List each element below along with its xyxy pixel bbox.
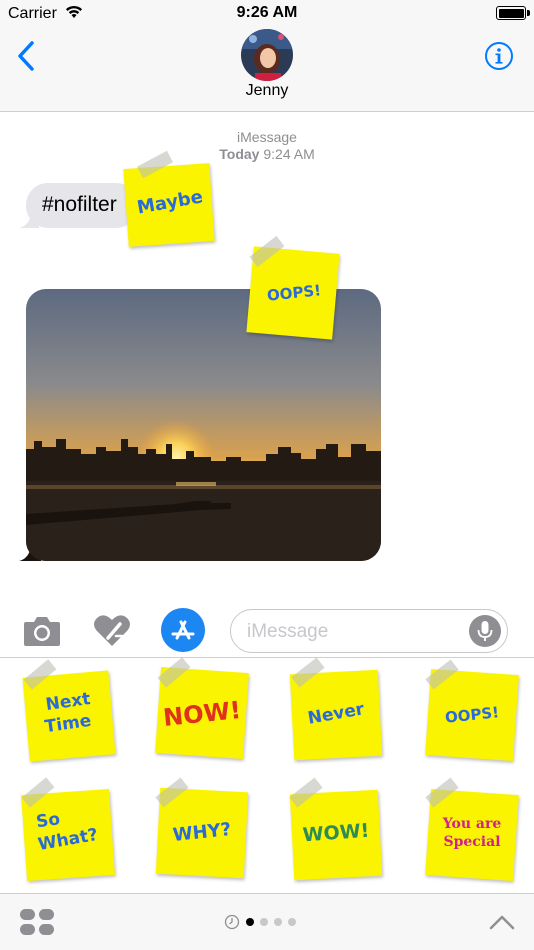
- date-label: Today: [219, 146, 260, 162]
- sticker-drawer: Next Time NOW! Never OOPS! So What? WHY?…: [0, 657, 534, 893]
- sticker-next-time[interactable]: Next Time: [18, 659, 118, 762]
- page-dot[interactable]: [274, 918, 282, 926]
- sticker-never[interactable]: Never: [286, 657, 386, 761]
- sticker-wow[interactable]: WOW!: [286, 777, 386, 881]
- clock: 9:26 AM: [236, 4, 298, 21]
- microphone-icon[interactable]: [469, 615, 501, 647]
- sticker-oops-on-photo[interactable]: OOPS!: [244, 235, 344, 342]
- sticker-so-what[interactable]: So What?: [18, 777, 118, 881]
- battery-icon: [496, 6, 530, 20]
- sticker-maybe[interactable]: Maybe: [120, 150, 220, 247]
- camera-icon[interactable]: [22, 612, 62, 648]
- app-store-icon[interactable]: [161, 608, 205, 652]
- status-bar: Carrier 9:26 AM: [0, 0, 534, 28]
- digital-touch-heart-icon[interactable]: [92, 612, 132, 648]
- contact-name[interactable]: Jenny: [0, 82, 534, 100]
- message-input[interactable]: iMessage: [230, 609, 508, 653]
- app-drawer-icon[interactable]: [20, 909, 54, 935]
- page-dot[interactable]: [260, 918, 268, 926]
- timestamp: Today 9:24 AM: [0, 146, 534, 162]
- bubble-tail: [19, 212, 39, 228]
- sticker-text-line1: You are: [442, 816, 502, 832]
- recents-clock-icon[interactable]: [224, 914, 240, 930]
- message-placeholder: iMessage: [247, 621, 329, 642]
- app-drawer-bar: [0, 893, 534, 950]
- sticker-you-are-special[interactable]: You are Special: [422, 777, 522, 881]
- back-chevron-icon[interactable]: [14, 40, 38, 72]
- time-label: 9:24 AM: [263, 146, 315, 162]
- battery-fill: [498, 8, 524, 18]
- sticker-text-line2: Special: [443, 834, 501, 850]
- message-text: #nofilter: [42, 193, 117, 216]
- page-dot[interactable]: [288, 918, 296, 926]
- page-dot[interactable]: [246, 918, 254, 926]
- service-label: iMessage: [237, 129, 297, 145]
- compose-bar: iMessage: [0, 600, 534, 658]
- sticker-oops[interactable]: OOPS!: [422, 659, 522, 761]
- contact-avatar[interactable]: [241, 29, 293, 81]
- chevron-up-icon[interactable]: [488, 912, 516, 932]
- sticker-why[interactable]: WHY?: [152, 777, 252, 879]
- conversation-header: Jenny: [0, 28, 534, 112]
- info-icon[interactable]: [484, 41, 514, 71]
- sticker-now[interactable]: NOW!: [152, 657, 252, 760]
